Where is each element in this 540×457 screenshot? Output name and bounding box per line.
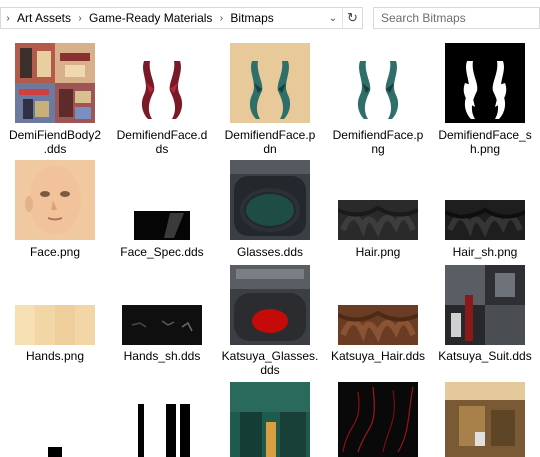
file-name-line2: .dds bbox=[43, 142, 67, 156]
file-label-face-png[interactable]: Face.png bbox=[5, 245, 105, 259]
thumbnail-katsuya-glasses-dds[interactable] bbox=[230, 265, 310, 345]
thumbnail-partial-row4-4[interactable] bbox=[338, 382, 418, 457]
breadcrumb-game-ready-materials[interactable]: Game-Ready Materials bbox=[87, 11, 214, 25]
file-label-hands-png[interactable]: Hands.png bbox=[5, 349, 105, 363]
refresh-icon[interactable]: ↻ bbox=[342, 8, 362, 28]
file-name-line1: Hands.png bbox=[25, 349, 85, 363]
file-name-line1: Katsuya_Suit.dds bbox=[438, 349, 532, 363]
history-dropdown-icon[interactable]: ⌄ bbox=[324, 8, 342, 28]
file-label-demifiendbody2-dds[interactable]: DemiFiendBody2 .dds bbox=[5, 128, 105, 156]
file-name-line1: Face.png bbox=[29, 245, 81, 259]
chevron-right-icon[interactable]: › bbox=[214, 13, 228, 24]
file-name-line2: ds bbox=[155, 142, 169, 156]
file-name-line2: dn bbox=[263, 142, 277, 156]
thumbnail-hands-sh-dds[interactable] bbox=[122, 305, 202, 345]
chevron-right-icon[interactable]: › bbox=[73, 13, 87, 24]
file-label-katsuya-glasses-dds[interactable]: Katsuya_Glasses. dds bbox=[220, 349, 320, 377]
thumbnail-partial-row4-5[interactable] bbox=[445, 382, 525, 457]
file-name-line2: dds bbox=[260, 363, 280, 377]
search-input[interactable] bbox=[381, 11, 531, 25]
thumbnail-hair-sh-png[interactable] bbox=[445, 200, 525, 240]
file-label-demifiendface-sh-png[interactable]: DemifiendFace_s h.png bbox=[435, 128, 535, 156]
file-name-line1: DemiFiendBody2 bbox=[8, 128, 102, 142]
file-name-line1: Katsuya_Hair.dds bbox=[330, 349, 426, 363]
file-label-katsuya-hair-dds[interactable]: Katsuya_Hair.dds bbox=[328, 349, 428, 363]
file-label-demifiendface-png[interactable]: DemifiendFace.p ng bbox=[328, 128, 428, 156]
address-toolbar: › Art Assets › Game-Ready Materials › Bi… bbox=[0, 0, 540, 38]
file-label-hair-sh-png[interactable]: Hair_sh.png bbox=[435, 245, 535, 259]
thumbnail-hair-png[interactable] bbox=[338, 200, 418, 240]
thumbnail-partial-row4-3[interactable] bbox=[230, 382, 310, 457]
file-name-line1: DemifiendFace.p bbox=[224, 128, 316, 142]
file-name-line1: Glasses.dds bbox=[236, 245, 304, 259]
file-label-hands-sh-dds[interactable]: Hands_sh.dds bbox=[112, 349, 212, 363]
thumbnail-demifiendface-sh-png[interactable] bbox=[445, 43, 525, 123]
file-label-demifiendface-pdn[interactable]: DemifiendFace.p dn bbox=[220, 128, 320, 156]
file-grid: DemiFiendBody2 .dds DemifiendFace.d ds D… bbox=[0, 38, 540, 457]
file-label-glasses-dds[interactable]: Glasses.dds bbox=[220, 245, 320, 259]
file-label-hair-png[interactable]: Hair.png bbox=[328, 245, 428, 259]
thumbnail-partial-row4-1[interactable] bbox=[48, 447, 62, 457]
breadcrumb-bitmaps[interactable]: Bitmaps bbox=[228, 11, 275, 25]
thumbnail-glasses-dds[interactable] bbox=[230, 160, 310, 240]
file-name-line1: Hair_sh.png bbox=[452, 245, 518, 259]
address-bar[interactable]: › Art Assets › Game-Ready Materials › Bi… bbox=[0, 7, 363, 29]
thumbnail-face-png[interactable] bbox=[15, 160, 95, 240]
thumbnail-demifiendface-pdn[interactable] bbox=[230, 43, 310, 123]
breadcrumb-art-assets[interactable]: Art Assets bbox=[15, 11, 73, 25]
search-box[interactable] bbox=[373, 7, 540, 29]
file-name-line1: Hands_sh.dds bbox=[123, 349, 201, 363]
thumbnail-demifiendbody2-dds[interactable] bbox=[15, 43, 95, 123]
thumbnail-katsuya-hair-dds[interactable] bbox=[338, 305, 418, 345]
file-name-line1: DemifiendFace.d bbox=[116, 128, 208, 142]
thumbnail-demifiendface-png[interactable] bbox=[338, 43, 418, 123]
file-name-line1: Katsuya_Glasses. bbox=[221, 349, 319, 363]
file-name-line1: DemifiendFace.p bbox=[332, 128, 424, 142]
thumbnail-partial-row4-2[interactable] bbox=[138, 404, 190, 457]
file-label-katsuya-suit-dds[interactable]: Katsuya_Suit.dds bbox=[435, 349, 535, 363]
file-label-demifiendface-dds[interactable]: DemifiendFace.d ds bbox=[112, 128, 212, 156]
file-label-face-spec-dds[interactable]: Face_Spec.dds bbox=[112, 245, 212, 259]
file-name-line2: ng bbox=[371, 142, 385, 156]
thumbnail-face-spec-dds[interactable] bbox=[134, 211, 190, 240]
file-name-line1: Face_Spec.dds bbox=[120, 245, 204, 259]
file-name-line2: h.png bbox=[469, 142, 501, 156]
thumbnail-hands-png[interactable] bbox=[15, 305, 95, 345]
thumbnail-demifiendface-dds[interactable] bbox=[122, 43, 202, 123]
file-name-line1: Hair.png bbox=[355, 245, 401, 259]
file-name-line1: DemifiendFace_s bbox=[438, 128, 532, 142]
chevron-right-icon[interactable]: › bbox=[1, 13, 15, 24]
thumbnail-katsuya-suit-dds[interactable] bbox=[445, 265, 525, 345]
